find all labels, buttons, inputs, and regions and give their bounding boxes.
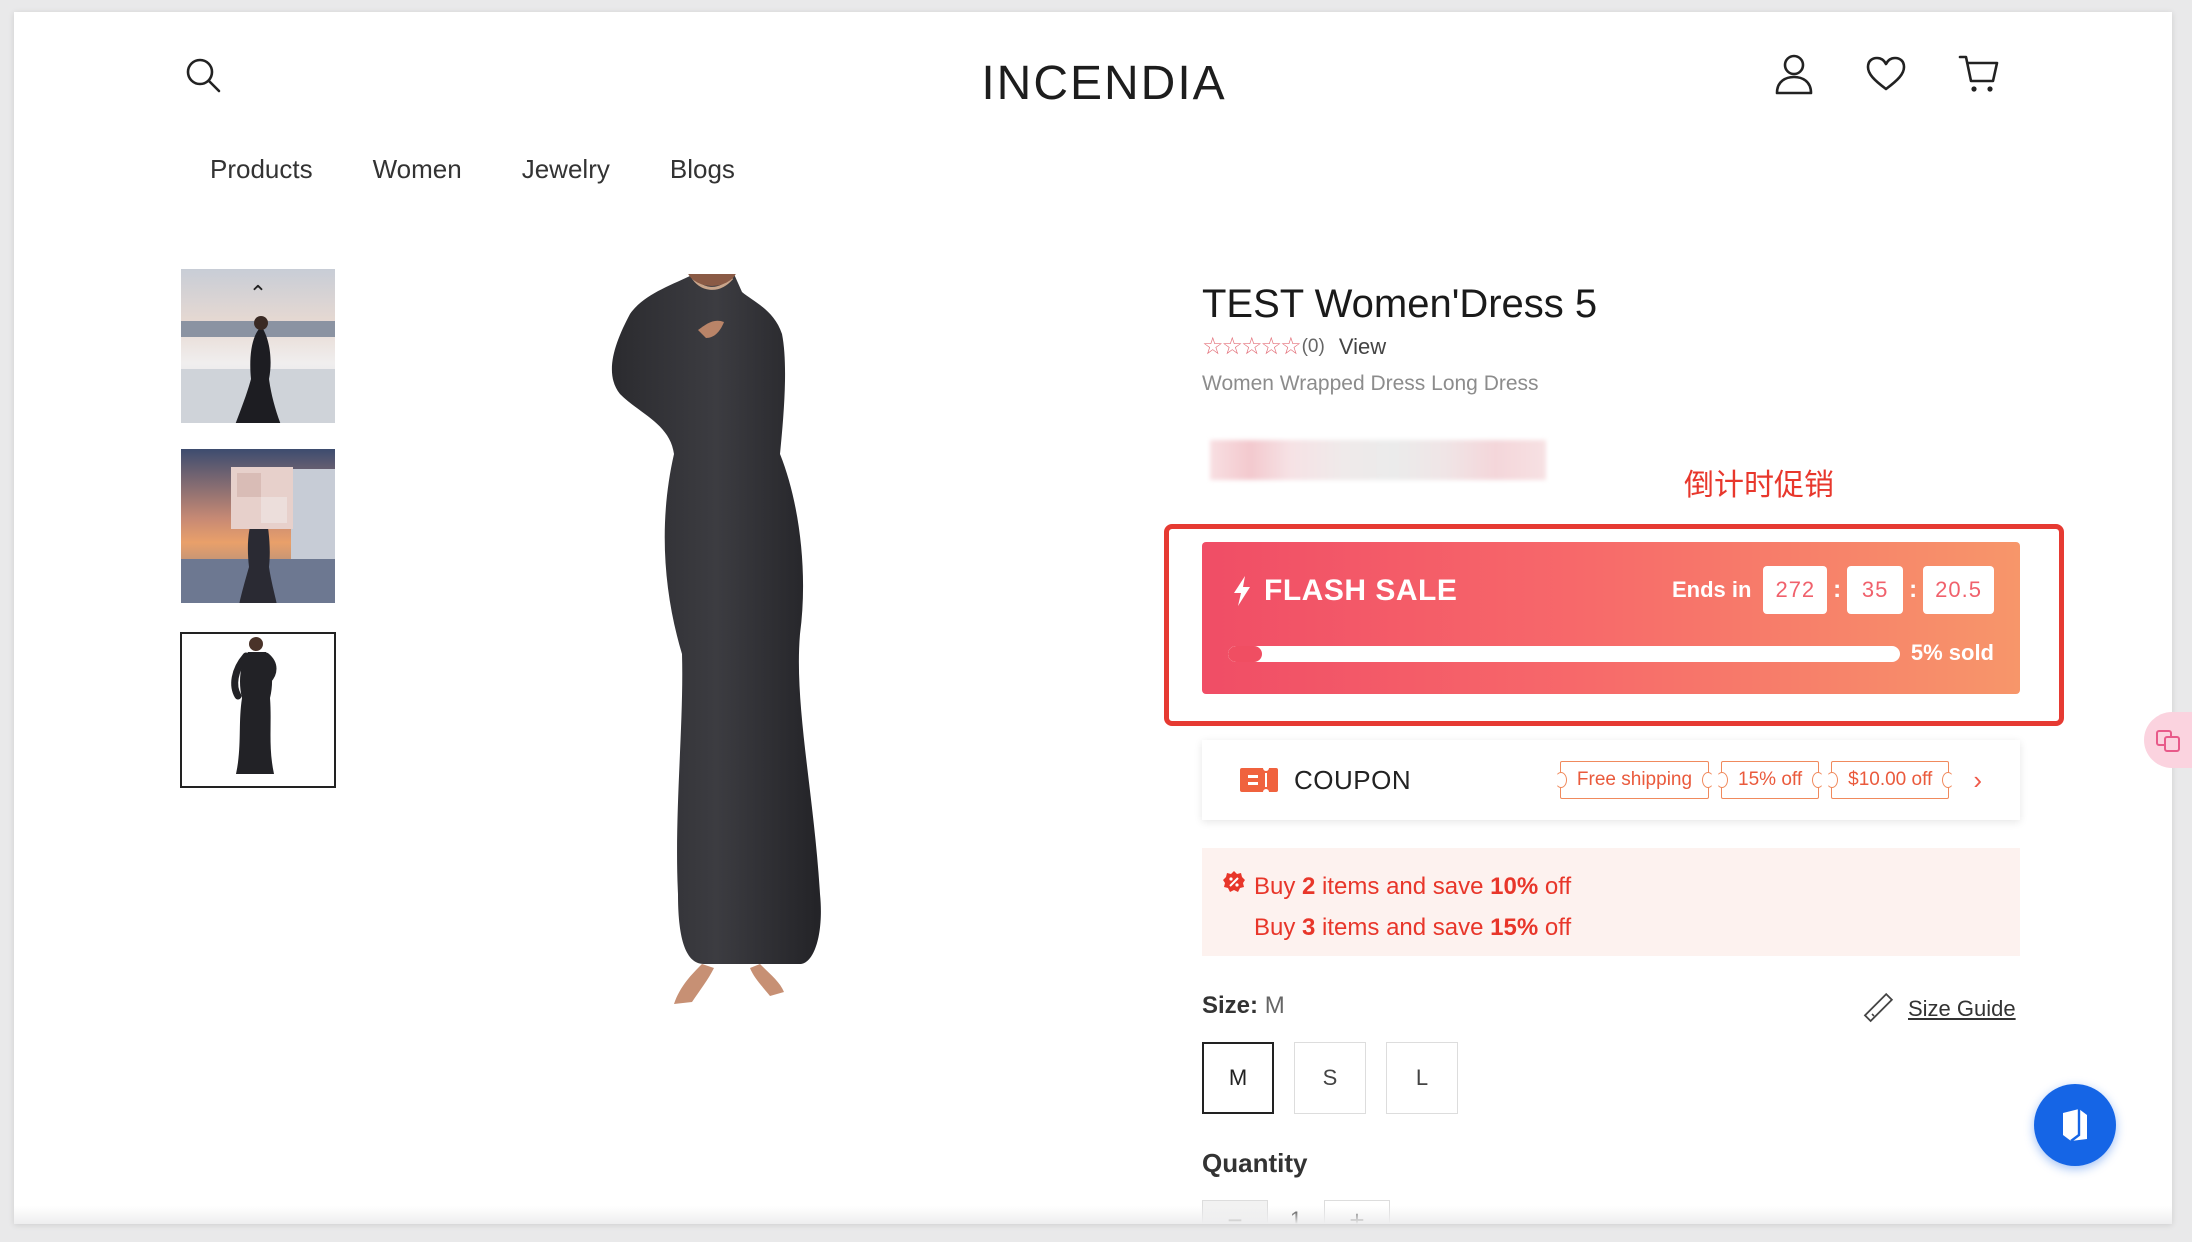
coupon-chip-free-shipping[interactable]: Free shipping — [1559, 761, 1710, 799]
bundle-promo: Buy 2 items and save 10% off Buy 3 items… — [1202, 848, 2020, 956]
flash-sale-title: FLASH SALE — [1232, 574, 1457, 608]
promo-line-2: Buy 3 items and save 15% off — [1254, 914, 1572, 941]
nav-women[interactable]: Women — [373, 154, 462, 185]
price-redacted — [1210, 440, 1546, 480]
size-row: Size: M — [1202, 992, 1285, 1020]
annotation-label: 倒计时促销 — [1684, 468, 1834, 503]
size-guide-label[interactable]: Size Guide — [1908, 996, 2016, 1022]
thumbnail-3-selected[interactable] — [180, 632, 336, 788]
coupon-label: COUPON — [1294, 764, 1412, 795]
chevron-right-icon[interactable]: › — [1973, 765, 1982, 796]
rating-stars: ☆☆☆☆☆ — [1202, 333, 1302, 360]
coupon-chip-10-off[interactable]: $10.00 off — [1831, 761, 1950, 799]
page-frame: INCENDIA Products Women Jewelry Blogs ⌃ — [14, 12, 2172, 1224]
rating-count: (0) — [1301, 335, 1325, 357]
chevron-up-icon[interactable]: ⌃ — [249, 283, 267, 305]
sold-progress-bar — [1228, 646, 1900, 662]
thumbnail-2[interactable] — [180, 448, 336, 604]
lightning-icon — [1234, 576, 1250, 606]
product-subtitle: Women Wrapped Dress Long Dress — [1202, 372, 1539, 395]
thumbnail-1[interactable]: ⌃ — [180, 268, 336, 424]
countdown-separator: : — [1909, 576, 1918, 603]
size-options: M S L — [1202, 1042, 1458, 1114]
promo-line-1: Buy 2 items and save 10% off — [1254, 873, 1572, 900]
coupon-bar[interactable]: COUPON Free shipping 15% off $10.00 off … — [1202, 740, 2020, 820]
product-title: TEST Women'Dress 5 — [1202, 282, 1598, 326]
size-option-s[interactable]: S — [1294, 1042, 1366, 1114]
countdown-minutes: 35 — [1847, 566, 1904, 614]
sold-percentage: 5% sold — [1910, 640, 1994, 665]
flash-sale-banner: FLASH SALE Ends in 272 : 35 : 20.5 5% so… — [1202, 542, 2020, 694]
nav-jewelry[interactable]: Jewelry — [522, 154, 610, 185]
countdown-separator: : — [1833, 576, 1842, 603]
search-icon[interactable] — [180, 52, 226, 98]
coupon-chips: Free shipping 15% off $10.00 off — [1559, 761, 1950, 799]
coupon-ticket-icon — [1240, 768, 1278, 792]
size-label: Size: — [1202, 992, 1259, 1019]
ruler-icon — [1863, 992, 1894, 1023]
flash-sale-label: FLASH SALE — [1264, 574, 1458, 607]
site-logo[interactable]: INCENDIA — [974, 56, 1234, 111]
wishlist-heart-icon[interactable] — [1862, 52, 1910, 96]
quantity-label: Quantity — [1202, 1148, 1308, 1178]
main-nav: Products Women Jewelry Blogs — [210, 154, 795, 185]
size-option-m[interactable]: M — [1202, 1042, 1274, 1114]
nav-blogs[interactable]: Blogs — [670, 154, 735, 185]
coupon-chip-15-off[interactable]: 15% off — [1721, 761, 1820, 799]
countdown: Ends in 272 : 35 : 20.5 — [1672, 566, 1994, 614]
discount-badge-icon — [1223, 871, 1245, 892]
product-main-image — [611, 274, 821, 1004]
size-guide-link[interactable]: Size Guide — [1860, 992, 2016, 1026]
chat-widget-icon[interactable] — [2034, 1084, 2116, 1166]
view-reviews-link[interactable]: View — [1339, 334, 1386, 360]
translate-icon[interactable] — [2144, 712, 2192, 768]
cart-icon[interactable] — [1954, 50, 2004, 98]
countdown-seconds: 20.5 — [1923, 566, 1994, 614]
countdown-hours: 272 — [1763, 566, 1828, 614]
size-selected-value: M — [1264, 992, 1285, 1019]
ends-in-label: Ends in — [1672, 577, 1752, 602]
account-icon[interactable] — [1770, 50, 1818, 98]
sold-progress-fill — [1228, 646, 1262, 662]
nav-products[interactable]: Products — [210, 154, 313, 185]
bottom-fade — [14, 1206, 2172, 1224]
size-option-l[interactable]: L — [1386, 1042, 1458, 1114]
rating-row: ☆☆☆☆☆ (0) View — [1202, 332, 1386, 361]
